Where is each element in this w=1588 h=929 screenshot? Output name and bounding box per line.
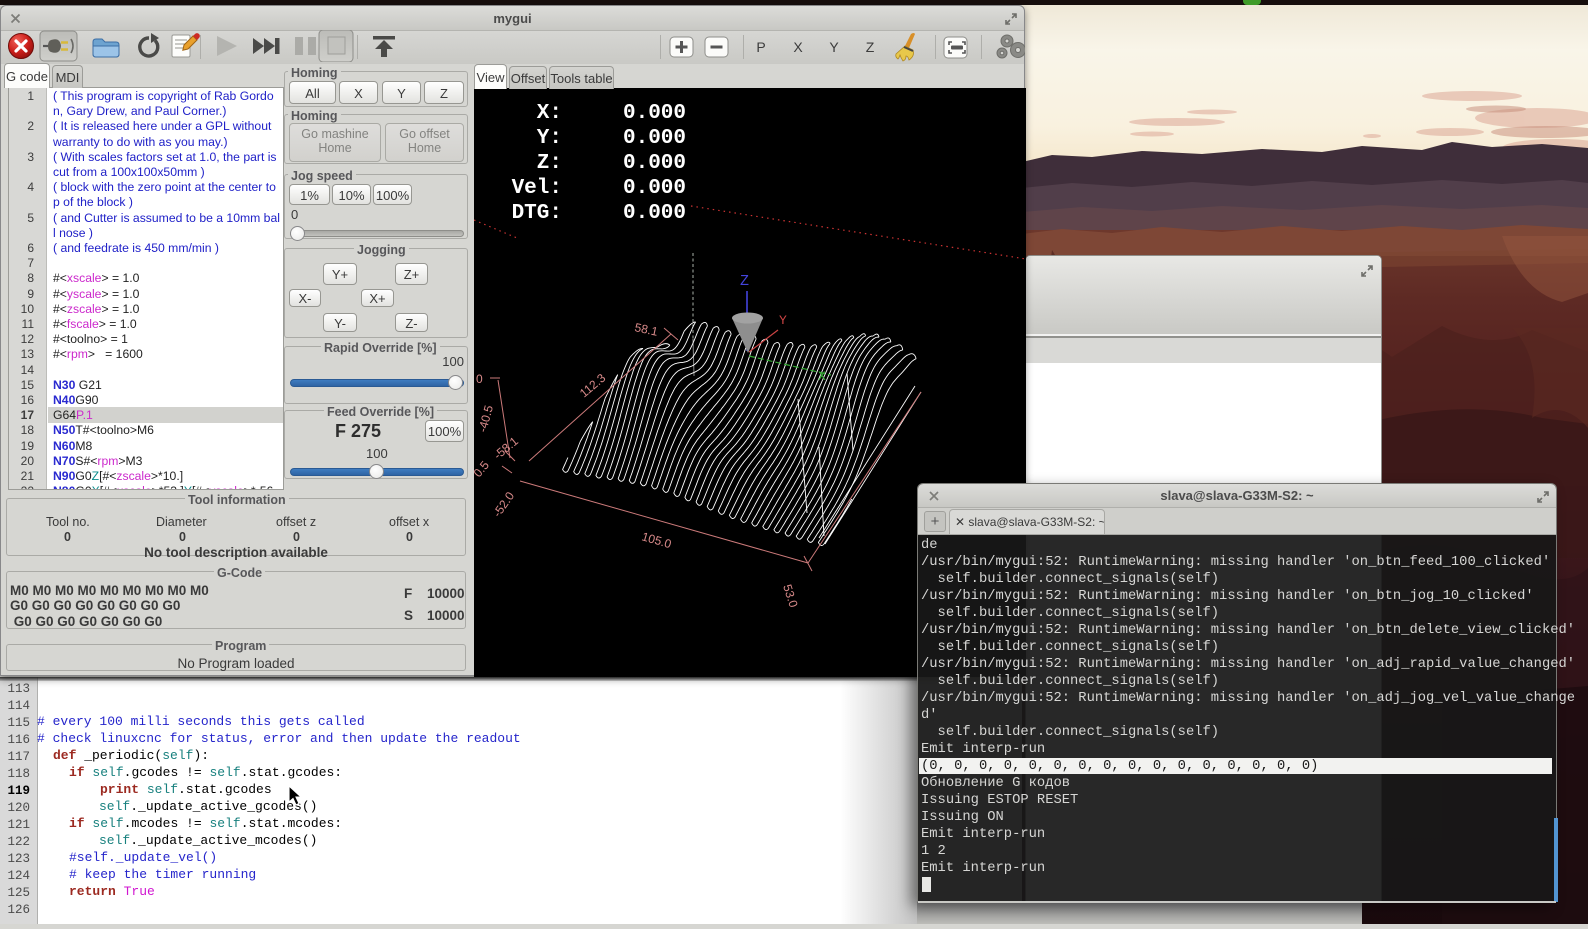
svg-text:0: 0 [476, 372, 483, 386]
svg-text:0.5: 0.5 [474, 458, 492, 480]
svg-text:-40.5: -40.5 [475, 403, 496, 433]
svg-text:DTG:: DTG: [512, 202, 562, 225]
svg-text:-52.0: -52.0 [490, 489, 517, 520]
svg-text:Z: Z [866, 39, 875, 55]
svg-text:Z: Z [740, 273, 749, 290]
svg-text:0.000: 0.000 [623, 127, 686, 150]
svg-text:Vel:: Vel: [512, 177, 562, 200]
svg-text:P: P [756, 39, 765, 55]
svg-text:53.0: 53.0 [780, 583, 801, 610]
svg-text:X: X [818, 369, 826, 384]
svg-text:X: X [793, 39, 803, 55]
svg-text:0.000: 0.000 [623, 202, 686, 225]
svg-text:Z:: Z: [537, 152, 562, 175]
svg-text:112.3: 112.3 [577, 371, 609, 401]
svg-text:X:: X: [537, 102, 562, 125]
svg-text:Y:: Y: [537, 127, 562, 150]
svg-text:Y: Y [779, 313, 787, 328]
svg-text:Y: Y [829, 39, 839, 55]
svg-text:-58.1: -58.1 [491, 434, 521, 463]
svg-text:0.000: 0.000 [623, 152, 686, 175]
svg-text:58.1: 58.1 [633, 320, 659, 339]
svg-text:0.000: 0.000 [623, 177, 686, 200]
svg-text:0.000: 0.000 [623, 102, 686, 125]
svg-text:105.0: 105.0 [640, 529, 673, 551]
